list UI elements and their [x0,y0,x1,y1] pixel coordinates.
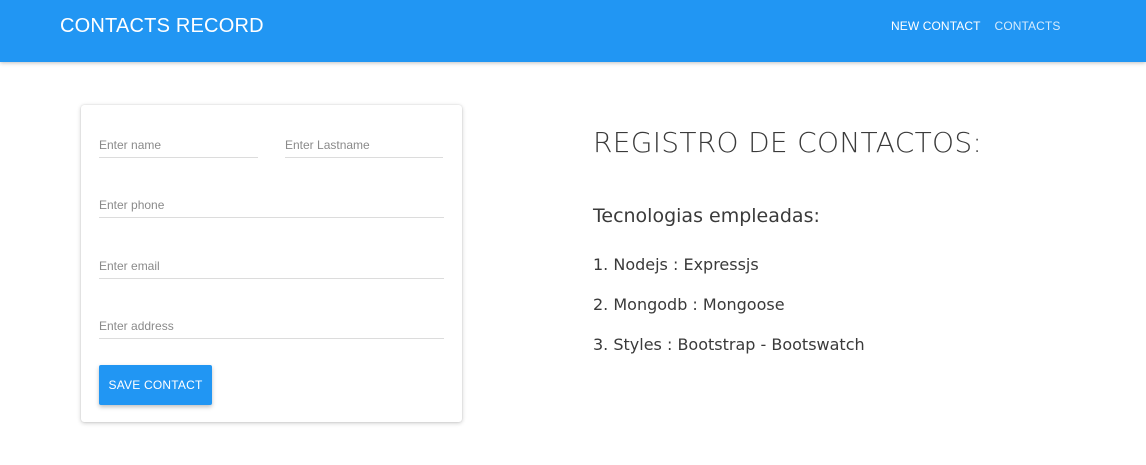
list-item: 3. Styles : Bootstrap - Bootswatch [593,335,865,354]
info-panel: REGISTRO DE CONTACTOS: Tecnologias emple… [593,120,1113,354]
contact-form-card: SAVE CONTACT [81,105,462,422]
lastname-input[interactable] [285,133,443,158]
brand-link[interactable]: CONTACTS RECORD [60,15,264,37]
nav-link-new-contact[interactable]: NEW CONTACT [891,18,981,34]
phone-input[interactable] [99,193,444,218]
nav-link-contacts[interactable]: CONTACTS [995,18,1061,34]
list-item: 1. Nodejs : Expressjs [593,255,759,274]
navbar: CONTACTS RECORD NEW CONTACT CONTACTS [0,0,1146,62]
technologies-heading: Tecnologias empleadas: [593,205,820,227]
address-input[interactable] [99,314,444,339]
list-item: 2. Mongodb : Mongoose [593,295,785,314]
name-input[interactable] [99,133,258,158]
save-contact-button[interactable]: SAVE CONTACT [99,365,212,405]
page-title: REGISTRO DE CONTACTOS: [593,126,983,159]
nav-links: NEW CONTACT CONTACTS [891,18,1060,34]
email-input[interactable] [99,254,444,279]
technologies-list: 1. Nodejs : Expressjs 2. Mongodb : Mongo… [593,252,865,372]
